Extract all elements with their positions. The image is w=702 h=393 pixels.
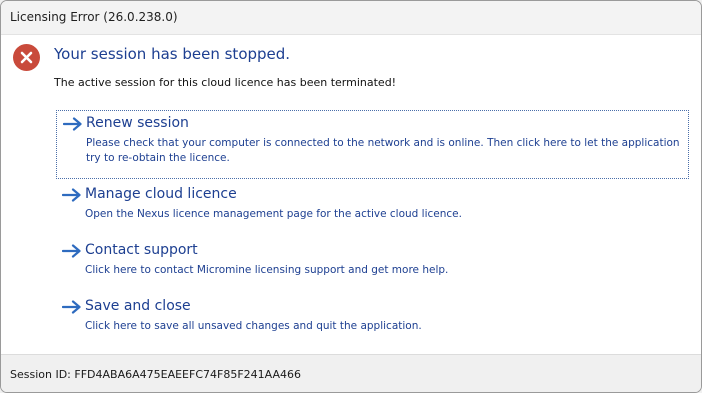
error-icon <box>13 44 40 71</box>
arrow-right-icon <box>62 300 81 314</box>
option-description: Please check that your computer is conne… <box>86 137 680 164</box>
option-title: Manage cloud licence <box>85 186 237 202</box>
arrow-right-icon <box>62 244 81 258</box>
main-instruction-detail: The active session for this cloud licenc… <box>54 76 397 89</box>
save-and-close-link[interactable]: Save and close Click here to save all un… <box>56 294 689 342</box>
contact-support-link[interactable]: Contact support Click here to contact Mi… <box>56 238 689 286</box>
dialog-content: Your session has been stopped. The activ… <box>1 35 701 355</box>
licensing-error-dialog: Licensing Error (26.0.238.0) Your sessio… <box>0 0 702 393</box>
session-id-label: Session ID: FFD4ABA6A475EAEEFC74F85F241A… <box>10 368 302 381</box>
renew-session-link[interactable]: Renew session Please check that your com… <box>56 110 689 179</box>
footer-bar: Session ID: FFD4ABA6A475EAEEFC74F85F241A… <box>1 354 701 392</box>
title-bar[interactable]: Licensing Error (26.0.238.0) <box>1 1 701 35</box>
option-description: Click here to save all unsaved changes a… <box>85 320 422 332</box>
option-title: Save and close <box>85 298 191 314</box>
option-title: Renew session <box>86 115 189 131</box>
option-title: Contact support <box>85 242 198 258</box>
window-title: Licensing Error (26.0.238.0) <box>10 10 178 24</box>
option-description: Open the Nexus licence management page f… <box>85 208 462 220</box>
arrow-right-icon <box>62 188 81 202</box>
manage-cloud-licence-link[interactable]: Manage cloud licence Open the Nexus lice… <box>56 182 689 230</box>
option-description: Click here to contact Micromine licensin… <box>85 264 449 276</box>
main-heading: Your session has been stopped. <box>54 45 291 63</box>
arrow-right-icon <box>63 117 82 131</box>
